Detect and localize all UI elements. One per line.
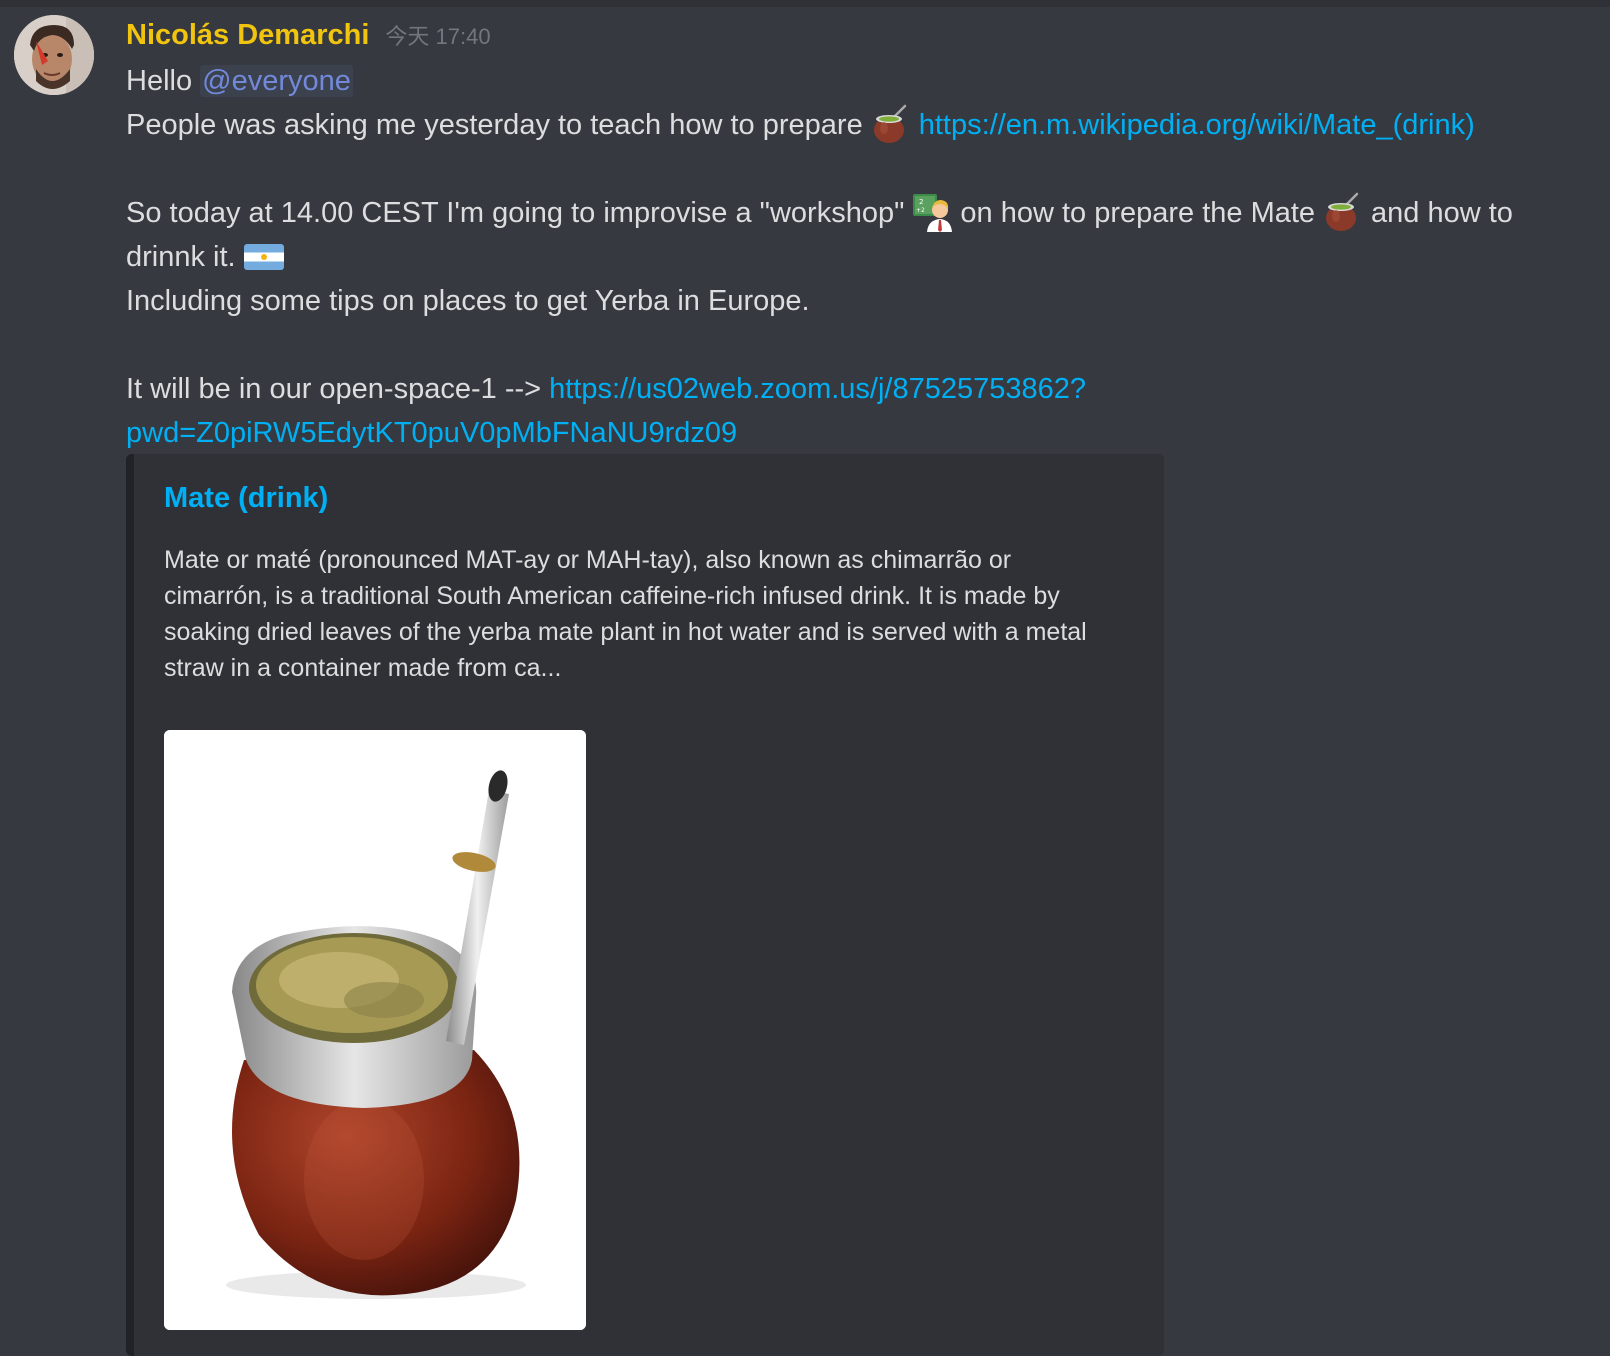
message-content: Hello @everyone People was asking me yes… — [126, 59, 1586, 455]
link-embed: Mate (drink) Mate or maté (pronounced MA… — [126, 454, 1164, 1356]
line-tips: Including some tips on places to get Yer… — [126, 279, 1586, 323]
mate-icon — [871, 104, 911, 144]
avatar[interactable] — [14, 15, 94, 95]
argentina-flag-icon — [243, 236, 284, 276]
asking-text: People was asking me yesterday to teach … — [126, 109, 863, 141]
top-strip — [0, 0, 1610, 7]
drink-text: drinnk it. — [126, 241, 236, 273]
line-open-space: It will be in our open-space-1 --> https… — [126, 367, 1586, 411]
zoom-link-continued[interactable]: pwd=Z0piRW5EdytKT0puV0pMbFNaNU9rdz09 — [126, 417, 737, 449]
teacher-icon: 2 +2 — [912, 192, 953, 232]
chat-message: Nicolás Demarchi 今天 17:40 Hello @everyon… — [0, 7, 1610, 1356]
embed-description-line: cimarrón, is a traditional South America… — [164, 582, 1060, 610]
line-zoom-pwd: pwd=Z0piRW5EdytKT0puV0pMbFNaNU9rdz09 — [126, 411, 1586, 455]
tips-text: Including some tips on places to get Yer… — [126, 285, 810, 317]
mate-icon — [1323, 192, 1363, 232]
svg-text:2: 2 — [919, 198, 923, 206]
embed-description: Mate or maté (pronounced MAT-ay or MAH-t… — [164, 542, 1134, 686]
embed-description-line: Mate or maté (pronounced MAT-ay or MAH-t… — [164, 546, 1012, 574]
embed-title[interactable]: Mate (drink) — [164, 482, 328, 515]
line-asking: People was asking me yesterday to teach … — [126, 103, 1586, 147]
line-workshop: So today at 14.00 CEST I'm going to impr… — [126, 191, 1586, 235]
wikipedia-link[interactable]: https://en.m.wikipedia.org/wiki/Mate_(dr… — [919, 109, 1475, 141]
username[interactable]: Nicolás Demarchi — [126, 19, 369, 52]
timestamp: 今天 17:40 — [385, 24, 491, 49]
hello-text: Hello — [126, 65, 193, 97]
line-hello: Hello @everyone — [126, 59, 1586, 103]
everyone-mention[interactable]: @everyone — [200, 65, 353, 97]
line-drink: drinnk it. — [126, 235, 1586, 279]
embed-description-line: soaking dried leaves of the yerba mate p… — [164, 618, 1087, 646]
message-header: Nicolás Demarchi 今天 17:40 — [126, 19, 491, 59]
how-to-text: and how to — [1371, 197, 1513, 229]
embed-description-line: straw in a container made from ca... — [164, 654, 562, 682]
zoom-link[interactable]: https://us02web.zoom.us/j/87525753862? — [549, 373, 1086, 405]
open-space-text: It will be in our open-space-1 --> — [126, 373, 542, 405]
mate-gourd-image[interactable] — [164, 730, 586, 1330]
svg-text:+2: +2 — [916, 207, 925, 214]
workshop-text: So today at 14.00 CEST I'm going to impr… — [126, 197, 905, 229]
prepare-text: on how to prepare the Mate — [960, 197, 1316, 229]
